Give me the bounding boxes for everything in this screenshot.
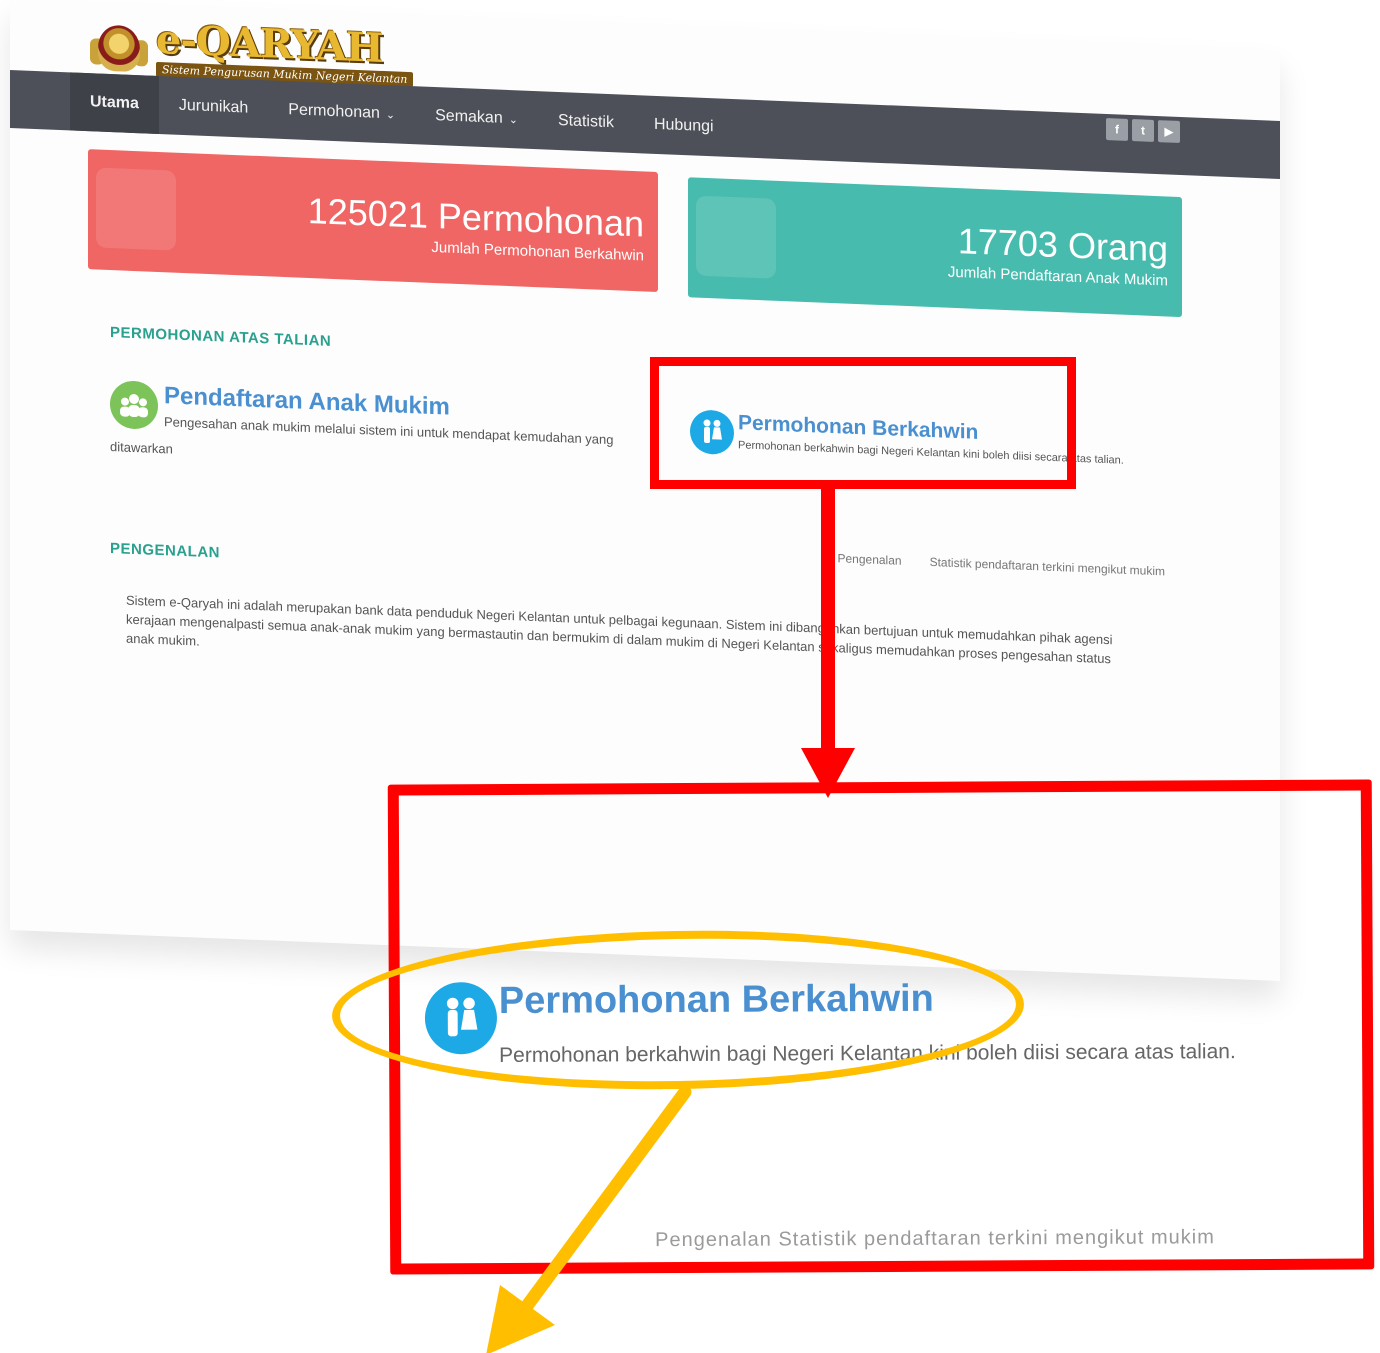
red-arrow-shaft	[821, 489, 835, 751]
nav-utama[interactable]: Utama	[70, 72, 159, 134]
intro-section-title: PENGENALAN	[110, 540, 221, 562]
youtube-icon[interactable]: ▶	[1158, 120, 1180, 143]
tab-pengenalan[interactable]: Pengenalan	[838, 551, 902, 568]
kelantan-crest-icon	[90, 18, 148, 76]
chevron-down-icon: ⌄	[508, 113, 518, 126]
online-section-title: PERMOHONAN ATAS TALIAN	[110, 324, 332, 350]
stat-residents-value: 17703 Orang	[957, 220, 1168, 270]
online-item-registration-desc-wrap: ditawarkan	[110, 439, 173, 457]
yellow-arrow	[486, 1085, 692, 1353]
nav-permohonan[interactable]: Permohonan ⌄	[288, 81, 395, 143]
nav-statistik[interactable]: Statistik	[558, 92, 614, 152]
nav-hubungi[interactable]: Hubungi	[654, 96, 714, 156]
stat-applications-value: 125021 Permohonan	[307, 189, 644, 245]
nav-semakan[interactable]: Semakan ⌄	[435, 87, 518, 148]
chevron-down-icon: ⌄	[385, 108, 396, 121]
group-people-icon	[110, 380, 158, 430]
facebook-icon[interactable]: f	[1106, 118, 1128, 141]
twitter-icon[interactable]: t	[1132, 119, 1154, 142]
intro-tabs: Pengenalan Statistik pendaftaran terkini…	[838, 551, 1166, 578]
tab-statistik-pendaftaran[interactable]: Statistik pendaftaran terkini mengikut m…	[930, 555, 1165, 578]
social-links: f t ▶	[1106, 118, 1180, 143]
cart-icon	[96, 167, 176, 251]
stat-applications-card: 125021 Permohonan Jumlah Permohonan Berk…	[88, 149, 658, 293]
users-icon	[696, 195, 776, 279]
highlight-box	[650, 357, 1076, 489]
intro-text: Sistem e-Qaryah ini adalah merupakan ban…	[126, 592, 1113, 667]
zoom-bottom-text: Pengenalan Statistik pendaftaran terkini…	[655, 1226, 1215, 1252]
online-item-registration[interactable]: Pendaftaran Anak Mukim Pengesahan anak m…	[110, 380, 670, 450]
stat-residents-card: 17703 Orang Jumlah Pendaftaran Anak Muki…	[688, 177, 1182, 318]
nav-jurunikah[interactable]: Jurunikah	[179, 77, 248, 138]
